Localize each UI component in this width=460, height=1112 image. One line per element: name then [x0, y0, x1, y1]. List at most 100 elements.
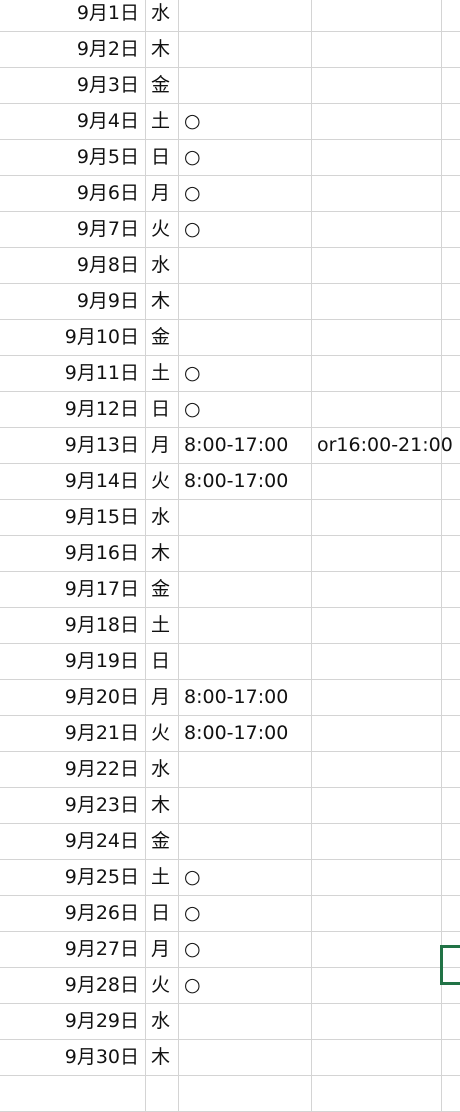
empty-cell[interactable] — [442, 104, 460, 139]
note-cell[interactable]: or16:00-21:00 — [312, 428, 453, 463]
weekday-cell[interactable]: 木 — [146, 1040, 179, 1075]
note-cell[interactable] — [312, 608, 442, 643]
availability-cell[interactable]: ○ — [179, 896, 312, 931]
empty-cell[interactable] — [442, 500, 460, 535]
date-cell[interactable]: 9月11日 — [0, 356, 146, 391]
note-cell[interactable] — [312, 1004, 442, 1039]
date-cell[interactable]: 9月28日 — [0, 968, 146, 1003]
weekday-cell[interactable]: 日 — [146, 896, 179, 931]
date-cell[interactable]: 9月6日 — [0, 176, 146, 211]
date-cell[interactable]: 9月10日 — [0, 320, 146, 355]
note-cell[interactable] — [312, 788, 442, 823]
weekday-cell[interactable]: 日 — [146, 140, 179, 175]
weekday-cell[interactable]: 木 — [146, 32, 179, 67]
empty-cell[interactable] — [442, 284, 460, 319]
empty-cell[interactable] — [442, 1004, 460, 1039]
note-cell[interactable] — [312, 716, 442, 751]
date-cell[interactable]: 9月2日 — [0, 32, 146, 67]
note-cell[interactable] — [312, 284, 442, 319]
availability-cell[interactable] — [179, 608, 312, 643]
weekday-cell[interactable]: 月 — [146, 680, 179, 715]
weekday-cell[interactable]: 月 — [146, 428, 179, 463]
empty-cell[interactable] — [442, 140, 460, 175]
weekday-cell[interactable]: 金 — [146, 68, 179, 103]
empty-cell[interactable] — [442, 860, 460, 895]
availability-cell[interactable]: 8:00-17:00 — [179, 680, 312, 715]
availability-cell[interactable] — [179, 500, 312, 535]
availability-cell[interactable] — [179, 824, 312, 859]
note-cell[interactable] — [312, 464, 442, 499]
availability-cell[interactable]: ○ — [179, 212, 312, 247]
empty-cell[interactable] — [442, 176, 460, 211]
empty-cell[interactable] — [442, 644, 460, 679]
availability-cell[interactable]: ○ — [179, 860, 312, 895]
empty-cell[interactable] — [442, 0, 460, 31]
availability-cell[interactable] — [179, 320, 312, 355]
empty-cell[interactable] — [442, 320, 460, 355]
availability-cell[interactable] — [179, 752, 312, 787]
empty-cell[interactable] — [442, 896, 460, 931]
availability-cell[interactable]: ○ — [179, 356, 312, 391]
availability-cell[interactable] — [179, 572, 312, 607]
note-cell[interactable] — [312, 680, 442, 715]
weekday-cell[interactable]: 水 — [146, 1004, 179, 1039]
empty-cell[interactable] — [442, 788, 460, 823]
date-cell[interactable]: 9月20日 — [0, 680, 146, 715]
availability-cell[interactable]: ○ — [179, 176, 312, 211]
date-cell[interactable]: 9月9日 — [0, 284, 146, 319]
note-cell[interactable] — [312, 32, 442, 67]
note-cell[interactable] — [312, 104, 442, 139]
weekday-cell[interactable]: 木 — [146, 788, 179, 823]
date-cell[interactable]: 9月21日 — [0, 716, 146, 751]
weekday-cell[interactable]: 金 — [146, 824, 179, 859]
empty-cell[interactable] — [442, 392, 460, 427]
date-cell[interactable]: 9月24日 — [0, 824, 146, 859]
note-cell[interactable] — [312, 896, 442, 931]
empty-cell[interactable] — [442, 752, 460, 787]
weekday-cell[interactable]: 金 — [146, 572, 179, 607]
note-cell[interactable] — [312, 536, 442, 571]
empty-cell[interactable] — [442, 536, 460, 571]
weekday-cell[interactable]: 土 — [146, 104, 179, 139]
empty-cell[interactable] — [442, 32, 460, 67]
date-cell[interactable]: 9月18日 — [0, 608, 146, 643]
date-cell[interactable]: 9月1日 — [0, 0, 146, 31]
date-cell[interactable]: 9月22日 — [0, 752, 146, 787]
date-cell[interactable]: 9月27日 — [0, 932, 146, 967]
note-cell[interactable] — [312, 860, 442, 895]
availability-cell[interactable]: ○ — [179, 104, 312, 139]
note-cell[interactable] — [312, 356, 442, 391]
weekday-cell[interactable]: 土 — [146, 608, 179, 643]
weekday-cell[interactable]: 月 — [146, 932, 179, 967]
note-cell[interactable] — [312, 932, 442, 967]
availability-cell[interactable]: ○ — [179, 932, 312, 967]
empty-cell[interactable] — [442, 248, 460, 283]
weekday-cell[interactable]: 土 — [146, 860, 179, 895]
note-cell[interactable] — [312, 0, 442, 31]
date-cell[interactable]: 9月29日 — [0, 1004, 146, 1039]
weekday-cell[interactable]: 日 — [146, 644, 179, 679]
weekday-cell[interactable]: 火 — [146, 212, 179, 247]
weekday-cell[interactable]: 水 — [146, 500, 179, 535]
note-cell[interactable] — [312, 644, 442, 679]
availability-cell[interactable]: 8:00-17:00 — [179, 464, 312, 499]
availability-cell[interactable] — [179, 68, 312, 103]
availability-cell[interactable] — [179, 536, 312, 571]
date-cell[interactable]: 9月13日 — [0, 428, 146, 463]
empty-cell[interactable] — [442, 716, 460, 751]
date-cell[interactable]: 9月25日 — [0, 860, 146, 895]
date-cell[interactable]: 9月26日 — [0, 896, 146, 931]
availability-cell[interactable] — [179, 284, 312, 319]
weekday-cell[interactable]: 日 — [146, 392, 179, 427]
availability-cell[interactable]: ○ — [179, 140, 312, 175]
date-cell[interactable]: 9月12日 — [0, 392, 146, 427]
date-cell[interactable]: 9月8日 — [0, 248, 146, 283]
availability-cell[interactable]: 8:00-17:00 — [179, 428, 312, 463]
empty-cell[interactable] — [442, 68, 460, 103]
weekday-cell[interactable]: 水 — [146, 248, 179, 283]
date-cell[interactable]: 9月16日 — [0, 536, 146, 571]
date-cell[interactable]: 9月17日 — [0, 572, 146, 607]
note-cell[interactable] — [312, 68, 442, 103]
date-cell[interactable]: 9月4日 — [0, 104, 146, 139]
note-cell[interactable] — [312, 140, 442, 175]
